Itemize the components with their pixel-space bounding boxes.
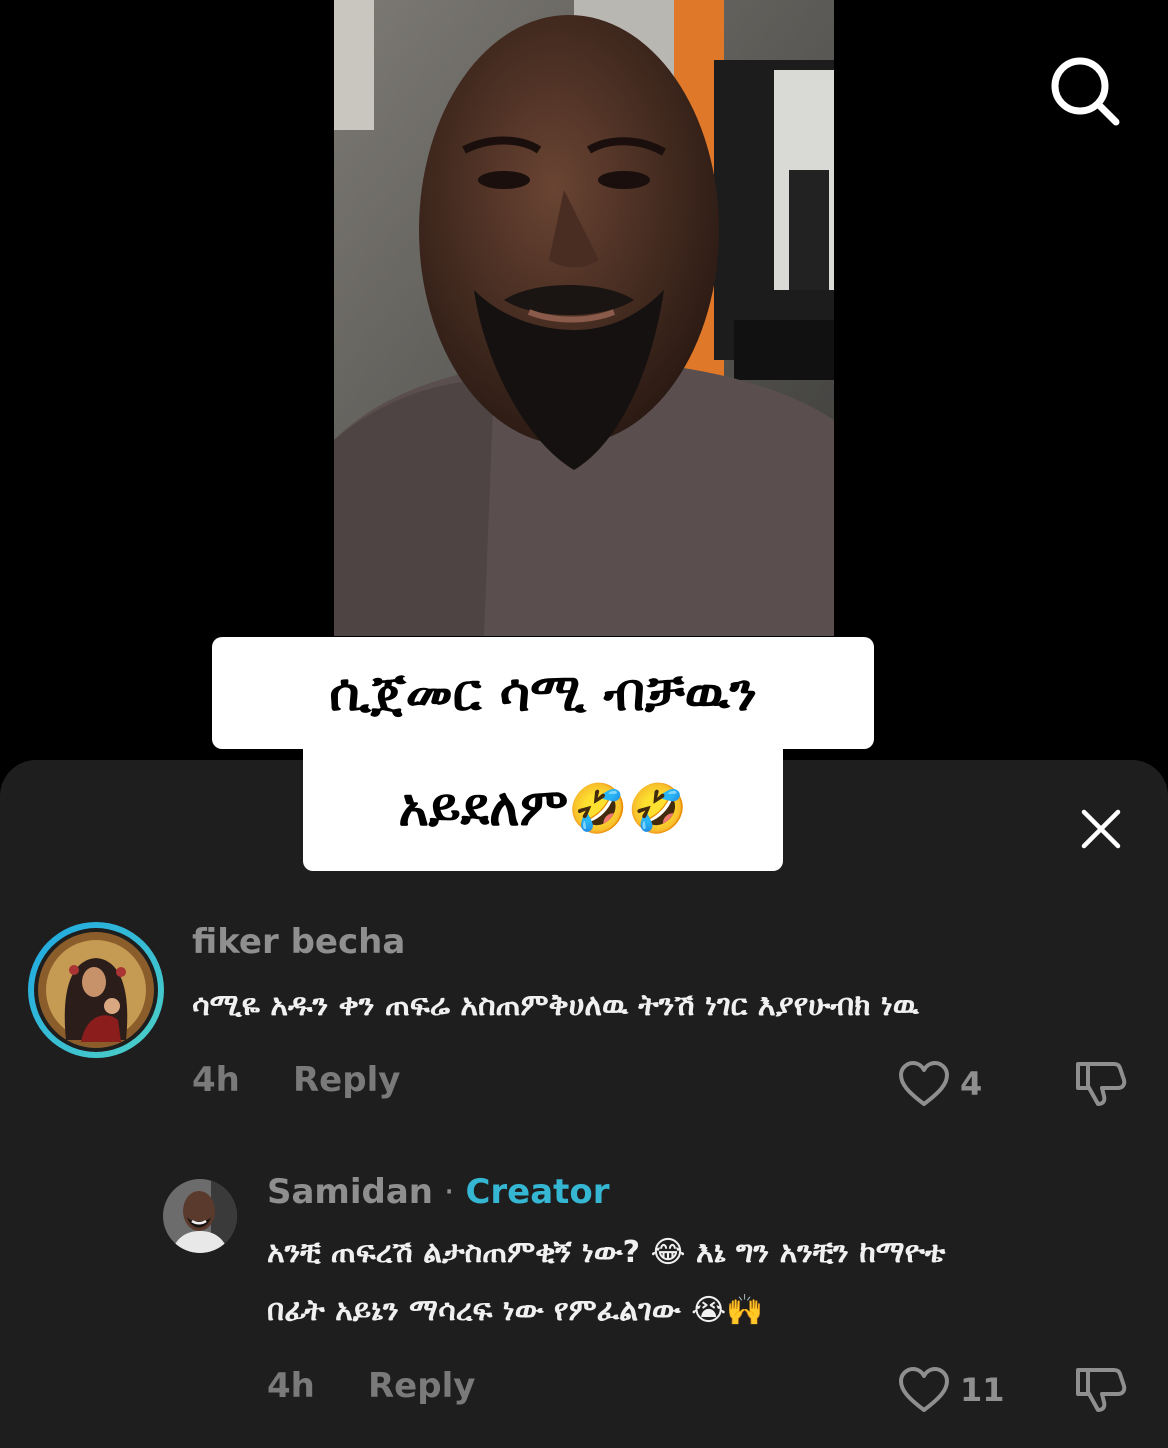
search-icon — [1051, 57, 1120, 126]
like-button[interactable]: 4 — [898, 1060, 982, 1108]
heart-icon — [899, 1367, 949, 1412]
reply-button[interactable]: Reply — [368, 1366, 475, 1406]
dislike-button[interactable] — [1074, 1362, 1128, 1416]
comment-text: አንቺ ጠፍረሽ ልታስጠምቂኝ ነው? 😂 እኔ ግን አንቺን ከማዮቴ በ… — [267, 1224, 945, 1340]
video-person-image — [334, 0, 834, 636]
video-frame — [334, 0, 834, 636]
thumbs-down-icon — [1076, 1368, 1127, 1412]
caption-line-2-emoji: 🤣🤣 — [568, 781, 688, 837]
avatar[interactable] — [163, 1179, 237, 1253]
like-count: 11 — [960, 1371, 1005, 1409]
creator-badge: Creator — [465, 1172, 610, 1212]
heart-icon — [899, 1061, 949, 1106]
reply-username-row: Samidan · Creator — [267, 1172, 610, 1212]
avatar-samidan-image — [163, 1179, 237, 1253]
thumbs-down-icon — [1076, 1062, 1127, 1106]
avatar[interactable] — [26, 920, 166, 1060]
comment-username[interactable]: fiker becha — [192, 922, 405, 962]
like-button[interactable]: 11 — [898, 1366, 1005, 1414]
comment-text-line-2: በፊት አይኔን ማሳረፍ ነው የምፈልገው 😭🙌 — [267, 1293, 764, 1328]
avatar-fiker-becha-image — [28, 922, 164, 1058]
comment-text-line-1: አንቺ ጠፍረሽ ልታስጠምቂኝ ነው? 😂 እኔ ግን አንቺን ከማዮቴ — [267, 1235, 946, 1270]
comment-timestamp: 4h — [192, 1060, 240, 1100]
like-count: 4 — [960, 1065, 983, 1103]
caption-line-1: ሲጀመር ሳሚ ብቻዉን — [212, 637, 874, 749]
reply-button[interactable]: Reply — [293, 1060, 400, 1100]
separator-dot: · — [433, 1172, 466, 1212]
caption-line-2-text: አይደለም — [398, 778, 569, 838]
close-comments-button[interactable] — [1078, 806, 1124, 852]
dislike-button[interactable] — [1074, 1056, 1128, 1110]
caption-line-2: አይደለም🤣🤣 — [303, 749, 783, 871]
comment-username[interactable]: Samidan — [267, 1172, 433, 1212]
search-button[interactable] — [1046, 52, 1126, 132]
comment-timestamp: 4h — [267, 1366, 315, 1406]
close-icon — [1081, 809, 1121, 849]
comment-text: ሳሚዬ አዱን ቀን ጠፍሬ አስጠምቅሀለዉ ትንሽ ነገር እያየሁብክ ነ… — [192, 988, 919, 1023]
